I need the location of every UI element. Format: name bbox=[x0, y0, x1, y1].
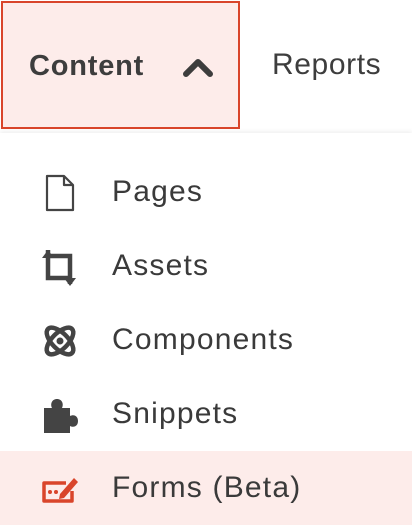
chevron-up-icon bbox=[183, 59, 213, 77]
top-navigation-bar: Content Reports bbox=[0, 0, 412, 133]
menu-item-label: Forms (Beta) bbox=[112, 471, 302, 504]
menu-item-pages[interactable]: Pages bbox=[0, 155, 412, 229]
menu-item-label: Pages bbox=[112, 175, 204, 208]
menu-item-snippets[interactable]: Snippets bbox=[0, 377, 412, 451]
content-nav-button[interactable]: Content bbox=[1, 1, 240, 129]
puzzle-icon bbox=[44, 399, 78, 433]
reports-nav-button[interactable]: Reports bbox=[256, 1, 412, 129]
components-icon bbox=[44, 325, 76, 357]
menu-item-forms-beta[interactable]: Forms (Beta) bbox=[0, 451, 412, 525]
menu-item-components[interactable]: Components bbox=[0, 303, 412, 377]
menu-item-label: Components bbox=[112, 323, 295, 356]
content-nav-label: Content bbox=[29, 50, 145, 82]
content-dropdown-menu: Pages Assets Components Snippets Forms (… bbox=[0, 133, 412, 525]
assets-icon bbox=[42, 250, 76, 286]
form-edit-icon bbox=[42, 478, 78, 503]
menu-item-assets[interactable]: Assets bbox=[0, 229, 412, 303]
menu-item-label: Snippets bbox=[112, 397, 239, 430]
menu-item-label: Assets bbox=[112, 249, 210, 282]
reports-nav-label: Reports bbox=[272, 48, 382, 81]
page-icon bbox=[45, 174, 75, 212]
